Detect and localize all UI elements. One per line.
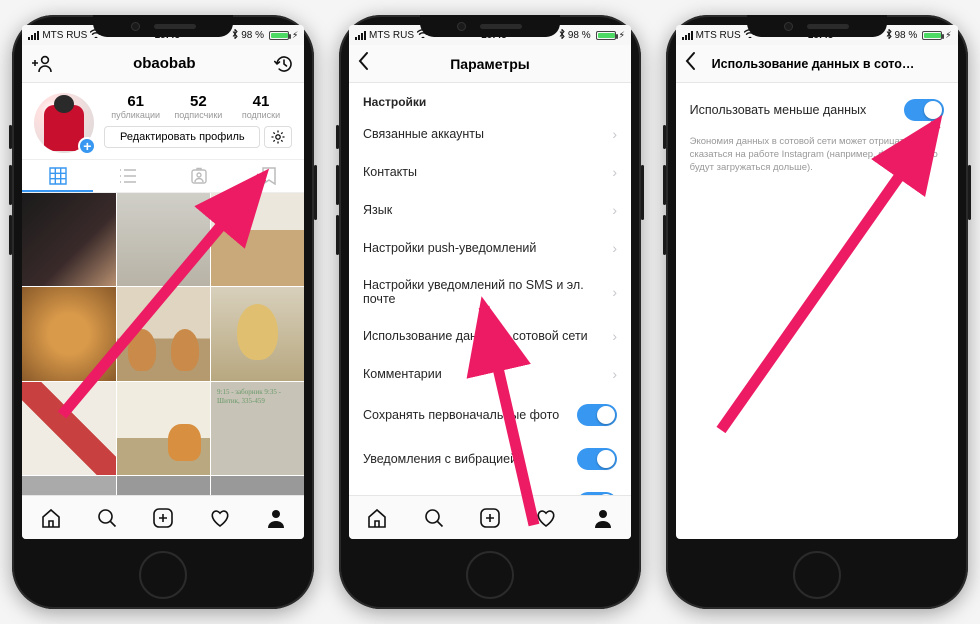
signal-icon	[682, 31, 693, 40]
back-button[interactable]	[357, 51, 369, 77]
row-sms-email-notifications[interactable]: Настройки уведомлений по SMS и эл. почте…	[349, 267, 631, 317]
toggle-switch[interactable]	[904, 99, 944, 121]
bluetooth-icon	[886, 29, 892, 42]
username-label[interactable]: obaobab	[133, 55, 196, 72]
row-language[interactable]: Язык›	[349, 191, 631, 229]
tab-home[interactable]	[349, 507, 405, 529]
tab-home[interactable]	[22, 507, 78, 529]
charging-icon: ⚡︎	[292, 30, 298, 41]
toggle-switch[interactable]	[577, 404, 617, 426]
profile-header: obaobab	[22, 45, 304, 83]
charging-icon: ⚡︎	[619, 30, 625, 41]
battery-pct: 98 %	[568, 30, 591, 41]
phone-profile: MTS RUS 18:45 98 % ⚡︎ obaobab	[12, 15, 314, 609]
tab-list[interactable]	[93, 160, 164, 192]
stat-following[interactable]: 41 подписки	[230, 93, 293, 120]
photo-thumbnail[interactable]: 9:15 - заборник 9:35 - Шитик, 335-459	[211, 382, 304, 475]
tab-grid[interactable]	[22, 160, 93, 192]
stat-posts[interactable]: 61 публикации	[104, 93, 167, 120]
bottom-tab-bar	[349, 495, 631, 539]
row-contacts[interactable]: Контакты›	[349, 153, 631, 191]
settings-gear-button[interactable]	[264, 126, 292, 148]
signal-icon	[355, 31, 366, 40]
row-push-notifications[interactable]: Настройки push-уведомлений›	[349, 229, 631, 267]
chevron-right-icon: ›	[612, 284, 617, 300]
battery-pct: 98 %	[895, 30, 918, 41]
phone-settings: MTS RUS 18:45 98 % ⚡︎ Параметры Настройк…	[339, 15, 641, 609]
photo-thumbnail[interactable]	[211, 287, 304, 380]
chevron-right-icon: ›	[612, 126, 617, 142]
tab-search[interactable]	[79, 507, 135, 529]
stat-followers[interactable]: 52 подписчики	[167, 93, 230, 120]
photo-thumbnail[interactable]	[22, 287, 115, 380]
battery-icon	[269, 31, 289, 40]
carrier-label: MTS RUS	[696, 30, 741, 41]
back-button[interactable]	[684, 51, 696, 77]
row-save-original-photos: Сохранять первоначальные фото	[349, 393, 631, 437]
tab-activity[interactable]	[192, 507, 248, 529]
bluetooth-icon	[232, 29, 238, 42]
row-linked-accounts[interactable]: Связанные аккаунты›	[349, 115, 631, 153]
phone-cellular-data: MTS RUS 18:45 98 % ⚡︎ Использование данн…	[666, 15, 968, 609]
tab-profile[interactable]	[575, 507, 631, 529]
nav-header: Использование данных в сотовой сети	[676, 45, 958, 83]
chevron-right-icon: ›	[612, 328, 617, 344]
bluetooth-icon	[559, 29, 565, 42]
row-use-less-data: Использовать меньше данных	[676, 83, 958, 132]
profile-stats-row: + 61 публикации 52 подписчики 41 подписк…	[22, 83, 304, 159]
page-title: Параметры	[450, 56, 530, 72]
photo-thumbnail[interactable]	[22, 382, 115, 475]
archive-button[interactable]	[274, 54, 294, 74]
tab-tagged[interactable]	[163, 160, 234, 192]
toggle-switch[interactable]	[577, 448, 617, 470]
page-title: Использование данных в сотовой сети	[712, 57, 922, 71]
charging-icon: ⚡︎	[945, 30, 951, 41]
profile-view-tabs	[22, 159, 304, 193]
photo-grid: 9:15 - заборник 9:35 - Шитик, 335-459	[22, 193, 304, 539]
tab-profile[interactable]	[248, 507, 304, 529]
chevron-right-icon: ›	[612, 240, 617, 256]
avatar[interactable]: +	[34, 93, 94, 153]
carrier-label: MTS RUS	[369, 30, 414, 41]
battery-icon	[922, 31, 942, 40]
battery-icon	[596, 31, 616, 40]
section-settings-header: Настройки	[349, 83, 631, 115]
row-comments[interactable]: Комментарии›	[349, 355, 631, 393]
chevron-right-icon: ›	[612, 366, 617, 382]
tab-saved[interactable]	[234, 160, 305, 192]
tab-search[interactable]	[405, 507, 461, 529]
settings-list: Связанные аккаунты› Контакты› Язык› Наст…	[349, 115, 631, 525]
signal-icon	[28, 31, 39, 40]
photo-thumbnail[interactable]	[117, 193, 210, 286]
tab-new-post[interactable]	[462, 507, 518, 529]
photo-thumbnail[interactable]	[22, 193, 115, 286]
battery-pct: 98 %	[241, 30, 264, 41]
discover-people-button[interactable]	[32, 55, 54, 73]
data-saver-footnote: Экономия данных в сотовой сети может отр…	[676, 132, 958, 184]
photo-thumbnail[interactable]	[211, 193, 304, 286]
row-vibrate-notifications: Уведомления с вибрацией	[349, 437, 631, 481]
tab-activity[interactable]	[518, 507, 574, 529]
row-cellular-data-use[interactable]: Использование данных в сотовой сети›	[349, 317, 631, 355]
nav-header: Параметры	[349, 45, 631, 83]
tab-new-post[interactable]	[135, 507, 191, 529]
bottom-tab-bar	[22, 495, 304, 539]
photo-thumbnail[interactable]	[117, 287, 210, 380]
carrier-label: MTS RUS	[42, 30, 87, 41]
photo-thumbnail[interactable]	[117, 382, 210, 475]
chevron-right-icon: ›	[612, 202, 617, 218]
chevron-right-icon: ›	[612, 164, 617, 180]
edit-profile-button[interactable]: Редактировать профиль	[104, 126, 260, 148]
add-story-icon[interactable]: +	[78, 137, 96, 155]
